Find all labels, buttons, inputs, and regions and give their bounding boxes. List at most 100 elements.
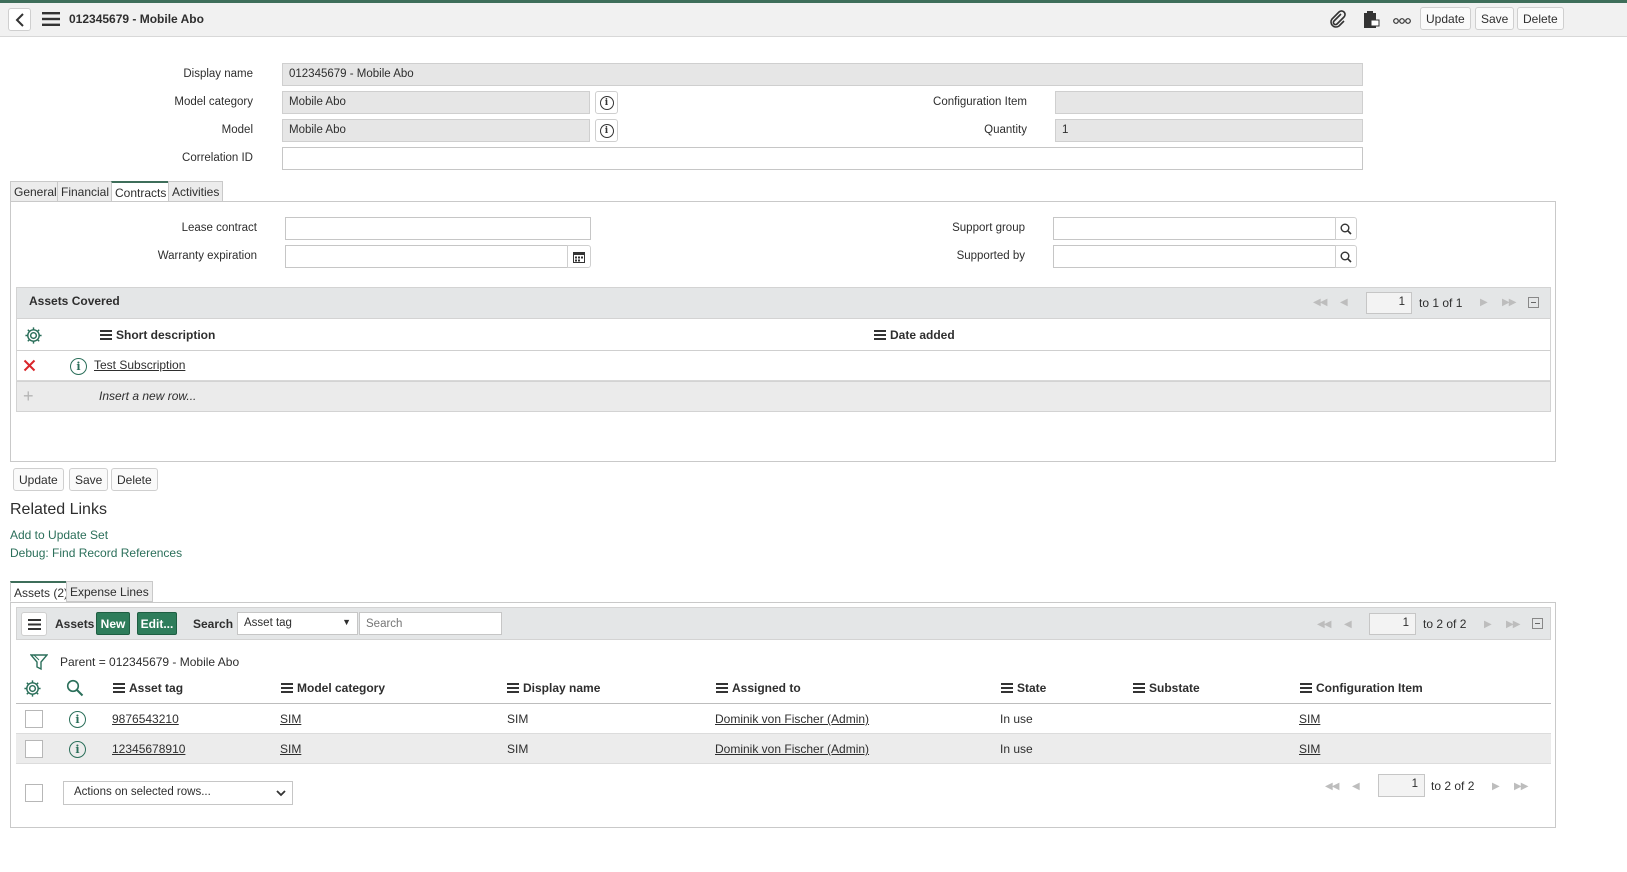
add-to-update-set-link[interactable]: Add to Update Set <box>10 528 108 542</box>
edit-button[interactable]: Edit... <box>137 612 177 635</box>
column-menu-icon[interactable] <box>874 330 886 340</box>
support-group-label: Support group <box>952 222 1025 234</box>
column-menu-icon[interactable] <box>100 330 112 340</box>
correlation-id-label: Correlation ID <box>182 152 253 164</box>
column-short-description[interactable]: Short description <box>100 328 215 342</box>
tab-expense-lines[interactable]: Expense Lines <box>66 581 153 602</box>
configuration-item-link[interactable]: SIM <box>1299 712 1320 726</box>
state-cell: In use <box>1000 712 1033 726</box>
column-state[interactable]: State <box>1001 681 1046 695</box>
search-input[interactable] <box>359 612 502 635</box>
footer-page-input[interactable]: 1 <box>1378 774 1425 797</box>
prev-page-icon[interactable]: ◀ <box>1352 781 1360 792</box>
last-page-icon[interactable]: ▶▶ <box>1506 619 1520 630</box>
insert-row[interactable] <box>16 381 1551 412</box>
display-name-field[interactable]: 012345679 - Mobile Abo <box>282 63 1363 86</box>
quantity-field[interactable]: 1 <box>1055 119 1363 142</box>
gear-icon[interactable] <box>23 679 42 701</box>
assigned-to-link[interactable]: Dominik von Fischer (Admin) <box>715 712 869 726</box>
column-menu-icon[interactable] <box>113 683 125 693</box>
model-category-info-button[interactable]: i <box>595 91 618 114</box>
assets-covered-page-input[interactable]: 1 <box>1366 292 1412 314</box>
model-category-field[interactable]: Mobile Abo <box>282 91 590 114</box>
model-info-button[interactable]: i <box>595 119 618 142</box>
asset-tag-link[interactable]: 9876543210 <box>112 712 179 726</box>
tab-contracts[interactable]: Contracts <box>111 181 171 202</box>
short-description-link[interactable]: Test Subscription <box>94 358 185 372</box>
assets-list-page-input[interactable]: 1 <box>1369 613 1416 635</box>
configuration-item-link[interactable]: SIM <box>1299 742 1320 756</box>
update-button[interactable]: Update <box>13 468 64 491</box>
model-category-link[interactable]: SIM <box>280 712 301 726</box>
delete-button[interactable]: Delete <box>111 468 158 491</box>
first-page-icon[interactable]: ◀◀ <box>1317 619 1331 630</box>
search-icon[interactable] <box>66 679 84 700</box>
header-update-button[interactable]: Update <box>1420 7 1471 30</box>
column-date-added[interactable]: Date added <box>874 328 955 342</box>
correlation-id-field[interactable] <box>282 147 1363 170</box>
more-options-icon[interactable] <box>1393 14 1411 28</box>
collapse-icon[interactable] <box>1528 297 1539 308</box>
supported-by-field[interactable] <box>1053 245 1336 268</box>
prev-page-icon[interactable]: ◀ <box>1340 297 1348 308</box>
column-assigned-to[interactable]: Assigned to <box>716 681 801 695</box>
next-page-icon[interactable]: ▶ <box>1484 619 1492 630</box>
supported-by-lookup-button[interactable] <box>1335 245 1357 268</box>
collapse-icon[interactable] <box>1532 618 1543 629</box>
lease-contract-field[interactable] <box>285 217 591 240</box>
last-page-icon[interactable]: ▶▶ <box>1514 781 1528 792</box>
model-category-link[interactable]: SIM <box>280 742 301 756</box>
row-checkbox[interactable] <box>25 710 43 728</box>
filter-icon[interactable] <box>29 653 49 674</box>
paperclip-icon[interactable] <box>1329 10 1347 31</box>
last-page-icon[interactable]: ▶▶ <box>1502 297 1516 308</box>
tab-activities[interactable]: Activities <box>168 181 224 202</box>
tab-assets[interactable]: Assets (2) <box>10 581 73 602</box>
column-model-category[interactable]: Model category <box>281 681 385 695</box>
configuration-item-field[interactable] <box>1055 91 1363 114</box>
prev-page-icon[interactable]: ◀ <box>1344 619 1352 630</box>
info-icon[interactable]: i <box>70 358 87 375</box>
list-menu-button[interactable] <box>21 612 47 636</box>
filter-breadcrumb[interactable]: Parent = 012345679 - Mobile Abo <box>60 655 239 669</box>
header-save-button[interactable]: Save <box>1475 7 1515 30</box>
search-field-select[interactable]: Asset tag ▼ <box>237 612 358 635</box>
info-icon[interactable]: i <box>69 711 86 728</box>
header-delete-button[interactable]: Delete <box>1517 7 1564 30</box>
save-button[interactable]: Save <box>69 468 109 491</box>
asset-tag-link[interactable]: 12345678910 <box>112 742 185 756</box>
assigned-to-link[interactable]: Dominik von Fischer (Admin) <box>715 742 869 756</box>
column-menu-icon[interactable] <box>507 683 519 693</box>
info-icon[interactable]: i <box>69 741 86 758</box>
context-menu-icon[interactable] <box>42 12 60 26</box>
column-configuration-item[interactable]: Configuration Item <box>1300 681 1423 695</box>
column-menu-icon[interactable] <box>716 683 728 693</box>
actions-select[interactable]: Actions on selected rows... <box>63 781 293 805</box>
first-page-icon[interactable]: ◀◀ <box>1313 297 1327 308</box>
column-menu-icon[interactable] <box>1133 683 1145 693</box>
gear-icon[interactable] <box>24 326 43 348</box>
support-group-field[interactable] <box>1053 217 1336 240</box>
column-menu-icon[interactable] <box>1001 683 1013 693</box>
row-checkbox[interactable] <box>25 740 43 758</box>
column-menu-icon[interactable] <box>1300 683 1312 693</box>
tab-general[interactable]: General <box>10 181 61 202</box>
first-page-icon[interactable]: ◀◀ <box>1325 781 1339 792</box>
debug-find-record-references-link[interactable]: Debug: Find Record References <box>10 546 182 560</box>
back-button[interactable] <box>8 8 31 31</box>
clipboard-icon[interactable] <box>1362 10 1380 32</box>
next-page-icon[interactable]: ▶ <box>1492 781 1500 792</box>
column-asset-tag[interactable]: Asset tag <box>113 681 183 695</box>
delete-row-icon[interactable] <box>23 359 36 375</box>
column-menu-icon[interactable] <box>281 683 293 693</box>
column-substate[interactable]: Substate <box>1133 681 1200 695</box>
model-field[interactable]: Mobile Abo <box>282 119 590 142</box>
tab-financial[interactable]: Financial <box>57 181 114 202</box>
calendar-button[interactable] <box>567 245 591 268</box>
select-all-checkbox[interactable] <box>25 784 43 802</box>
new-button[interactable]: New <box>96 612 130 635</box>
support-group-lookup-button[interactable] <box>1335 217 1357 240</box>
column-display-name[interactable]: Display name <box>507 681 600 695</box>
next-page-icon[interactable]: ▶ <box>1480 297 1488 308</box>
warranty-expiration-field[interactable] <box>285 245 568 268</box>
